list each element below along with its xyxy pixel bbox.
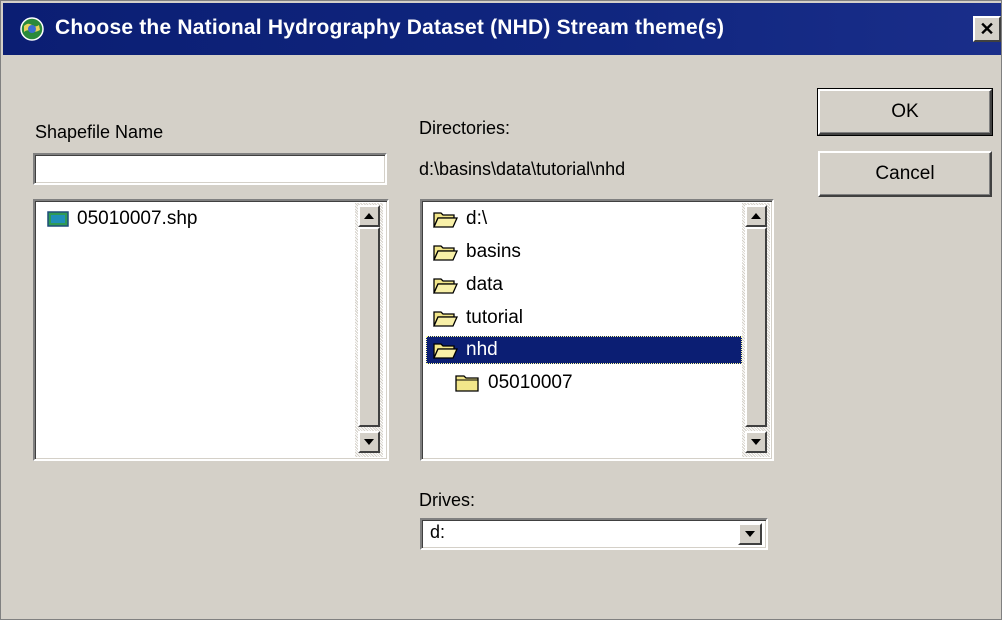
directory-label: basins [466, 241, 521, 262]
directory-scroll-thumb[interactable] [745, 227, 767, 427]
open-folder-icon [432, 307, 459, 329]
shapefile-scrollbar[interactable] [355, 203, 383, 457]
shapefile-scroll-up-button[interactable] [358, 205, 380, 227]
ok-button-label: OK [891, 101, 919, 122]
directory-item-basins[interactable]: basins [432, 238, 732, 266]
directory-item-data[interactable]: data [432, 271, 732, 299]
directory-scrollbar[interactable] [742, 203, 770, 457]
shapefile-filename: 05010007.shp [77, 208, 198, 229]
current-directory-path: d:\basins\data\tutorial\nhd [419, 159, 626, 179]
arrow-up-icon [364, 213, 374, 219]
arrow-down-icon [364, 439, 374, 445]
directory-label: 05010007 [488, 372, 573, 393]
directory-scroll-down-button[interactable] [745, 431, 767, 453]
shapefile-scroll-down-button[interactable] [358, 431, 380, 453]
title-bar[interactable]: Choose the National Hydrography Dataset … [3, 3, 1001, 55]
globe-icon [19, 16, 45, 42]
shapefile-name-label: Shapefile Name [35, 122, 164, 142]
directories-label: Directories: [419, 118, 511, 138]
directory-label: data [466, 274, 503, 295]
shapefile-name-input[interactable] [38, 158, 382, 180]
drives-label: Drives: [419, 490, 476, 510]
chevron-down-icon [745, 531, 755, 537]
drives-selected-value: d: [430, 522, 446, 542]
directory-item-05010007[interactable]: 05010007 [454, 369, 734, 397]
directory-label: nhd [466, 339, 498, 360]
directory-list[interactable]: d:\ basins data tutorial nhd 05010007 [420, 199, 774, 461]
drives-combobox[interactable]: d: [420, 518, 768, 550]
directory-item-nhd[interactable]: nhd [426, 336, 742, 364]
shapefile-scroll-thumb[interactable] [358, 227, 380, 427]
shapefile-list[interactable]: 05010007.shp [33, 199, 389, 461]
list-item-shapefile[interactable]: 05010007.shp [47, 205, 347, 233]
close-button[interactable]: ✕ [973, 16, 1001, 42]
open-folder-icon [432, 208, 459, 230]
shapefile-name-field[interactable] [33, 153, 387, 185]
cancel-button-label: Cancel [875, 163, 935, 184]
dialog-window: Choose the National Hydrography Dataset … [0, 0, 1002, 620]
cancel-button[interactable]: Cancel [818, 151, 992, 197]
ok-button[interactable]: OK [817, 88, 993, 136]
directory-scroll-up-button[interactable] [745, 205, 767, 227]
directory-label: d:\ [466, 208, 488, 229]
directory-item-root[interactable]: d:\ [432, 205, 732, 233]
directory-label: tutorial [466, 307, 524, 328]
arrow-down-icon [751, 439, 761, 445]
shapefile-icon [47, 210, 69, 228]
closed-folder-icon [454, 372, 480, 394]
open-folder-icon [432, 241, 459, 263]
open-folder-icon [432, 274, 459, 296]
arrow-up-icon [751, 213, 761, 219]
drives-dropdown-button[interactable] [738, 523, 762, 545]
open-folder-icon [432, 339, 459, 361]
close-icon: ✕ [979, 18, 995, 39]
directory-item-tutorial[interactable]: tutorial [432, 304, 732, 332]
window-title: Choose the National Hydrography Dataset … [55, 16, 725, 39]
